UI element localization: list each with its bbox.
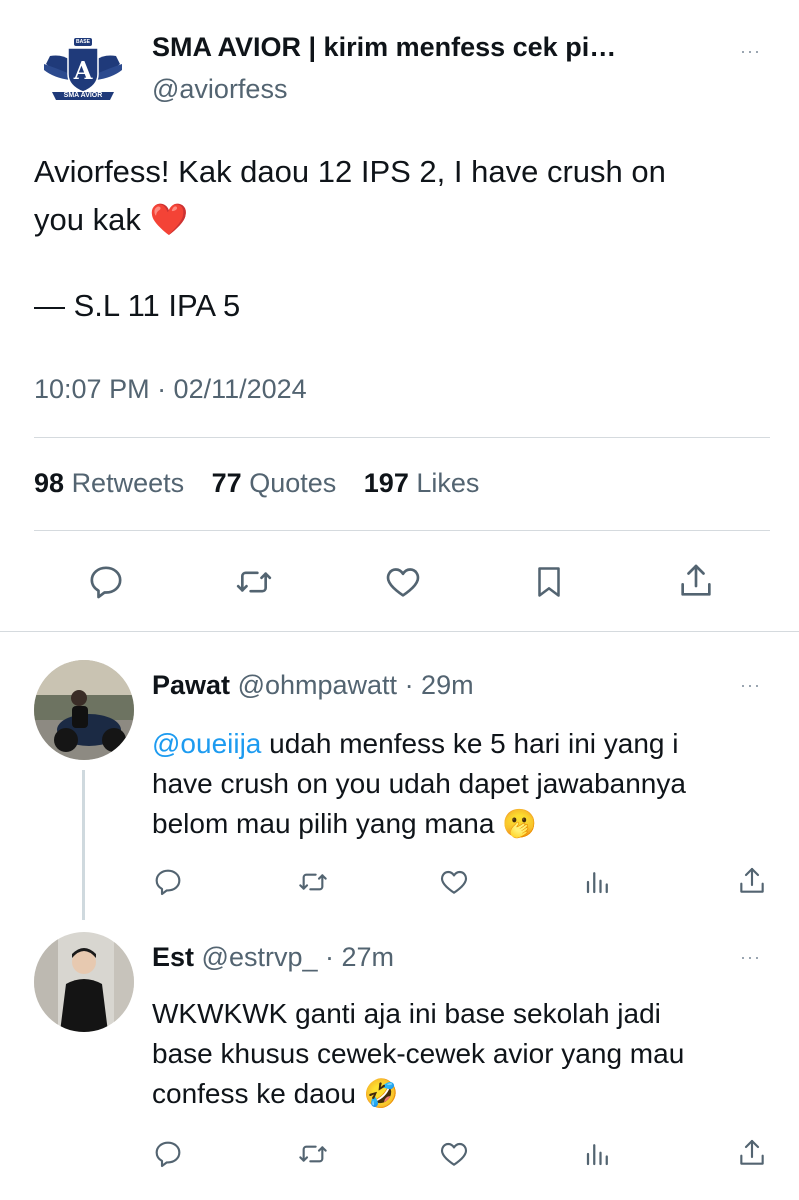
retweet-button[interactable]	[233, 562, 275, 602]
retweet-button[interactable]	[296, 1138, 330, 1170]
quotes-stat[interactable]: 77 Quotes	[212, 468, 344, 498]
avatar[interactable]	[34, 932, 134, 1032]
reply-text-line2: have crush on you udah dapet jawabannya	[152, 768, 686, 799]
likes-stat[interactable]: 197 Likes	[364, 468, 480, 498]
reply-header: Pawat @ohmpawatt · 29m	[152, 670, 474, 701]
like-button[interactable]	[382, 562, 424, 602]
divider	[34, 437, 770, 438]
tweet-text: Aviorfess! Kak daou 12 IPS 2, I have cru…	[34, 148, 666, 244]
more-options-icon[interactable]: ···	[740, 676, 761, 694]
like-button[interactable]	[437, 1138, 471, 1170]
quotes-label: Quotes	[249, 468, 337, 498]
retweets-count: 98	[34, 468, 65, 498]
mention-link[interactable]: @oueiija	[152, 728, 261, 759]
tweet-timestamp[interactable]: 10:07 PM · 02/11/2024	[34, 374, 307, 405]
analytics-icon	[586, 872, 608, 894]
retweets-stat[interactable]: 98 Retweets	[34, 468, 192, 498]
reply-text: @oueiija udah menfess ke 5 hari ini yang…	[152, 724, 686, 844]
tweet-text-line2: you kak	[34, 202, 141, 237]
reply-text-line2: base khusus cewek-cewek avior yang mau	[152, 1038, 685, 1069]
logo-top-text: BASE	[76, 39, 90, 45]
share-icon	[681, 564, 711, 596]
reply-text-line3: confess ke daou	[152, 1078, 356, 1109]
section-divider	[0, 631, 799, 632]
reply-button[interactable]	[86, 562, 126, 602]
share-button[interactable]	[676, 560, 716, 602]
reply-icon	[90, 566, 122, 599]
bookmark-icon	[538, 567, 560, 597]
tweet-stats: 98 Retweets 77 Quotes 197 Likes	[34, 468, 479, 499]
reply-time[interactable]: · 29m	[405, 670, 474, 700]
account-logo[interactable]: A BASE SMA AVIOR	[40, 34, 126, 106]
reply-icon	[155, 1141, 181, 1168]
like-icon	[386, 568, 420, 597]
analytics-button[interactable]	[583, 866, 613, 898]
likes-label: Likes	[416, 468, 480, 498]
reply-button[interactable]	[152, 866, 184, 898]
retweet-button[interactable]	[296, 866, 330, 898]
likes-count: 197	[363, 468, 409, 498]
like-button[interactable]	[437, 866, 471, 898]
like-icon	[440, 1142, 468, 1166]
svg-text:A: A	[73, 56, 93, 85]
share-icon	[740, 1139, 764, 1165]
face-with-open-eyes-and-hand-over-mouth-icon: 🫢	[502, 808, 538, 839]
more-options-icon[interactable]: ···	[740, 42, 761, 60]
retweet-icon	[299, 873, 327, 891]
heart-emoji-icon: ❤️	[149, 202, 189, 237]
reply-author-name[interactable]: Est	[152, 942, 194, 972]
account-name[interactable]: SMA AVIOR | kirim menfess cek pi…	[152, 32, 616, 63]
rolling-on-the-floor-laughing-icon: 🤣	[363, 1078, 399, 1109]
portrait-photo-icon	[34, 932, 134, 1032]
retweets-label: Retweets	[71, 468, 185, 498]
more-options-icon[interactable]: ···	[740, 948, 761, 966]
analytics-icon	[586, 1144, 608, 1166]
retweet-icon	[299, 1145, 327, 1163]
divider	[34, 530, 770, 531]
reply-text-line1: WKWKWK ganti aja ini base sekolah jadi	[152, 998, 661, 1029]
share-icon	[740, 867, 764, 893]
tweet-signature: — S.L 11 IPA 5	[34, 288, 241, 323]
avatar[interactable]	[34, 660, 134, 760]
tweet-text-line1: Aviorfess! Kak daou 12 IPS 2, I have cru…	[34, 154, 666, 189]
reply-button[interactable]	[152, 1138, 184, 1170]
analytics-button[interactable]	[583, 1138, 613, 1170]
reply-author-handle[interactable]: @estrvp_	[202, 942, 318, 972]
reply-author-name[interactable]: Pawat	[152, 670, 230, 700]
reply-author-handle[interactable]: @ohmpawatt	[238, 670, 397, 700]
reply-text-line1: udah menfess ke 5 hari ini yang i	[261, 728, 679, 759]
reply-header: Est @estrvp_ · 27m	[152, 942, 394, 973]
reply-text-line3: belom mau pilih yang mana	[152, 808, 495, 839]
quotes-count: 77	[211, 468, 242, 498]
reply-time[interactable]: · 27m	[325, 942, 394, 972]
retweet-icon	[236, 571, 272, 593]
reply-text: WKWKWK ganti aja ini base sekolah jadi b…	[152, 994, 684, 1114]
reply-icon	[155, 869, 181, 896]
share-button[interactable]	[736, 1136, 768, 1170]
account-handle[interactable]: @aviorfess	[152, 74, 287, 105]
thread-line	[82, 770, 85, 920]
bookmark-button[interactable]	[530, 562, 568, 602]
share-button[interactable]	[736, 864, 768, 898]
motorcycle-photo-icon	[34, 660, 134, 760]
like-icon	[440, 870, 468, 894]
logo-ribbon-text: SMA AVIOR	[63, 92, 103, 99]
